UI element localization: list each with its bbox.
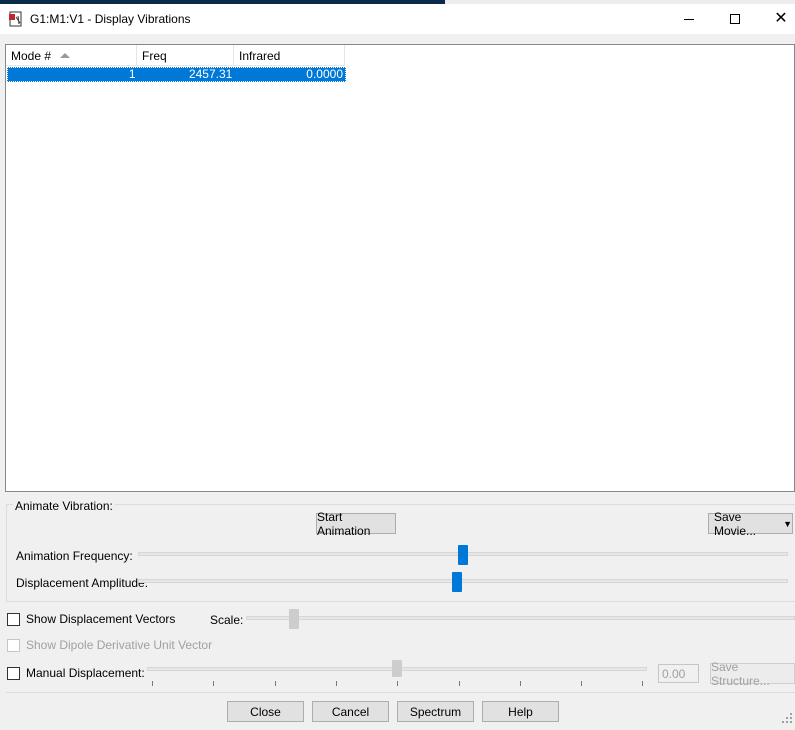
title-bar: G1:M1:V1 - Display Vibrations ✕: [0, 4, 795, 34]
tick-mark: [397, 681, 398, 686]
show-dipole-derivative-label: Show Dipole Derivative Unit Vector: [26, 638, 213, 652]
cell-mode: 1: [128, 67, 136, 81]
animate-vibration-label: Animate Vibration:: [13, 499, 115, 513]
window-title: G1:M1:V1 - Display Vibrations: [30, 12, 191, 26]
help-button-label: Help: [508, 704, 533, 719]
maximize-button[interactable]: [712, 4, 758, 34]
show-displacement-vectors-label: Show Displacement Vectors: [26, 612, 176, 626]
sort-ascending-icon: [60, 53, 70, 58]
tick-mark: [152, 681, 153, 686]
column-header-infrared[interactable]: Infrared: [234, 45, 345, 66]
gaussview-document-icon: [9, 11, 22, 27]
tick-mark: [642, 681, 643, 686]
tick-mark: [275, 681, 276, 686]
animation-frequency-slider[interactable]: [458, 545, 468, 565]
manual-displacement-value-field: 0.00: [658, 664, 699, 683]
displacement-amplitude-slider[interactable]: [452, 572, 462, 592]
displacement-amplitude-track[interactable]: [138, 579, 788, 583]
save-movie-button[interactable]: Save Movie... ▼: [708, 510, 793, 538]
cell-infrared: 0.0000: [306, 67, 343, 81]
close-icon: ✕: [774, 10, 788, 27]
displacement-amplitude-label: Displacement Amplitude:: [16, 576, 149, 590]
manual-displacement-checkbox[interactable]: [7, 667, 20, 680]
cancel-button[interactable]: Cancel: [312, 701, 389, 722]
start-animation-label: Start Animation: [317, 509, 371, 538]
tick-mark: [336, 681, 337, 686]
start-animation-button[interactable]: Start Animation: [316, 510, 396, 538]
column-header-freq[interactable]: Freq: [137, 45, 234, 66]
help-button[interactable]: Help: [482, 701, 559, 722]
spectrum-button[interactable]: Spectrum: [397, 701, 474, 722]
close-button-label: Close: [250, 704, 281, 719]
resize-grip-icon[interactable]: [781, 712, 793, 724]
tick-mark: [520, 681, 521, 686]
cell-freq: 2457.31: [188, 67, 233, 81]
cancel-button-label: Cancel: [331, 704, 370, 719]
footer-separator: [6, 692, 795, 693]
maximize-icon: [730, 14, 740, 24]
dropdown-arrow-icon: ▼: [783, 518, 792, 529]
manual-displacement-value: 0.00: [662, 667, 686, 681]
tick-mark: [581, 681, 582, 686]
manual-displacement-slider[interactable]: [392, 660, 402, 677]
scale-slider[interactable]: [289, 609, 299, 629]
vibration-modes-table[interactable]: Mode # Freq Infrared 1 2457.31 0.0000: [5, 44, 795, 492]
column-label-infrared: Infrared: [239, 49, 281, 63]
save-structure-label: Save Structure...: [711, 659, 770, 688]
minimize-button[interactable]: [666, 4, 712, 34]
save-structure-button: Save Structure...: [710, 660, 795, 688]
close-button[interactable]: Close: [227, 701, 304, 722]
spectrum-button-label: Spectrum: [409, 704, 462, 719]
show-dipole-derivative-checkbox: [7, 639, 20, 652]
animation-frequency-label: Animation Frequency:: [16, 549, 133, 563]
manual-displacement-label: Manual Displacement:: [26, 666, 145, 680]
show-displacement-vectors-checkbox[interactable]: [7, 613, 20, 626]
scale-track[interactable]: [246, 616, 795, 620]
close-window-button[interactable]: ✕: [758, 4, 795, 34]
column-label-mode: Mode #: [11, 49, 52, 63]
table-header: Mode # Freq Infrared: [6, 45, 345, 66]
scale-label: Scale:: [210, 613, 244, 627]
table-row[interactable]: 1 2457.31 0.0000: [7, 67, 346, 82]
column-header-mode[interactable]: Mode #: [6, 45, 137, 66]
save-movie-label: Save Movie...: [714, 509, 757, 538]
tick-mark: [459, 681, 460, 686]
tick-mark: [213, 681, 214, 686]
minimize-icon: [684, 18, 694, 20]
column-label-freq: Freq: [142, 49, 167, 63]
